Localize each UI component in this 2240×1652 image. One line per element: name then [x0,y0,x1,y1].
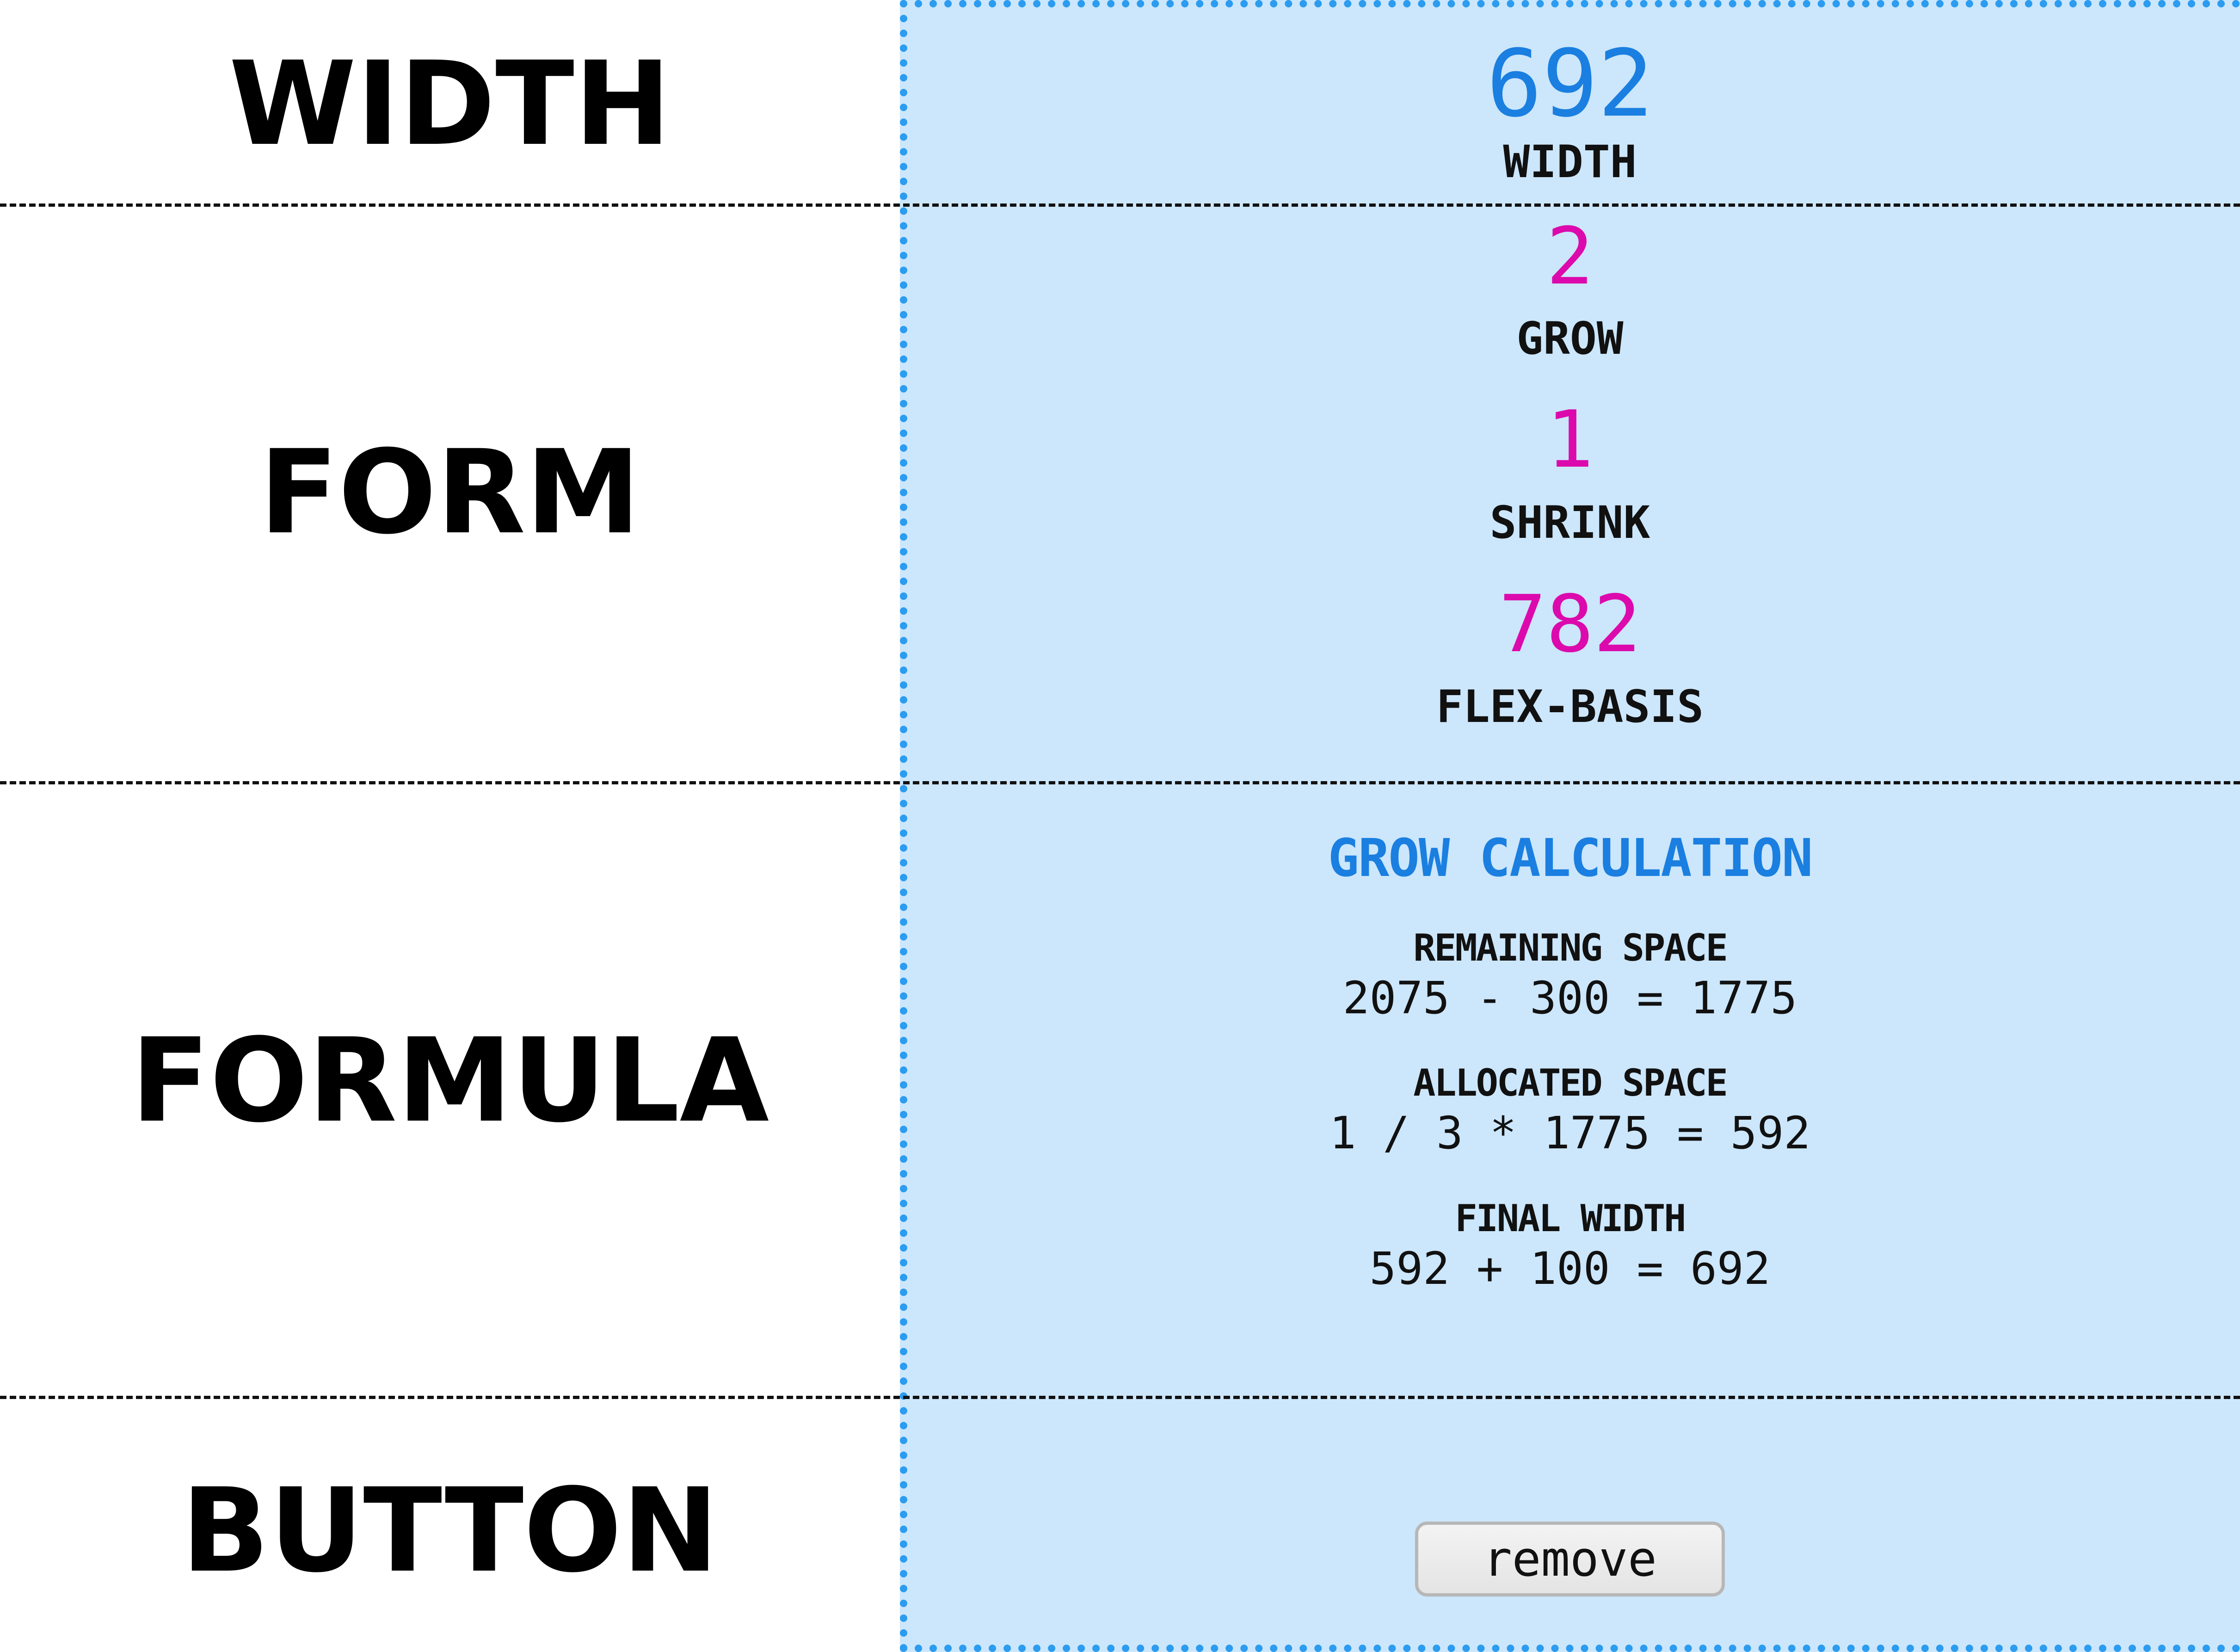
flex-basis-label: FLEX-BASIS [1436,681,1704,733]
final-width-label: FINAL WIDTH [1455,1197,1686,1240]
row-title-width: WIDTH [228,37,671,171]
shrink-value[interactable]: 1 [900,401,2240,479]
grow-calculation-title: GROW CALCULATION [1328,828,1813,888]
remaining-space-equation: 2075 - 300 = 1775 [1342,972,1797,1024]
allocated-space-equation: 1 / 3 * 1775 = 592 [1329,1107,1811,1159]
width-label: WIDTH [1503,136,1637,188]
remaining-space-label: REMAINING SPACE [1413,926,1728,969]
final-width-equation: 592 + 100 = 692 [1369,1243,1771,1294]
row-title-formula: FORMULA [130,1013,769,1148]
flex-basis-value[interactable]: 782 [900,585,2240,664]
grow-label: GROW [1516,313,1624,364]
shrink-label: SHRINK [1489,497,1650,549]
allocated-space-label: ALLOCATED SPACE [1413,1061,1728,1104]
remove-button[interactable]: remove [1415,1522,1725,1597]
row-divider [0,203,2240,207]
row-divider [0,781,2240,784]
row-title-button: BUTTON [181,1463,719,1598]
row-title-form: FORM [259,425,641,560]
grow-value[interactable]: 2 [900,217,2240,296]
width-value: 692 [1486,30,1654,138]
row-divider [0,1396,2240,1399]
